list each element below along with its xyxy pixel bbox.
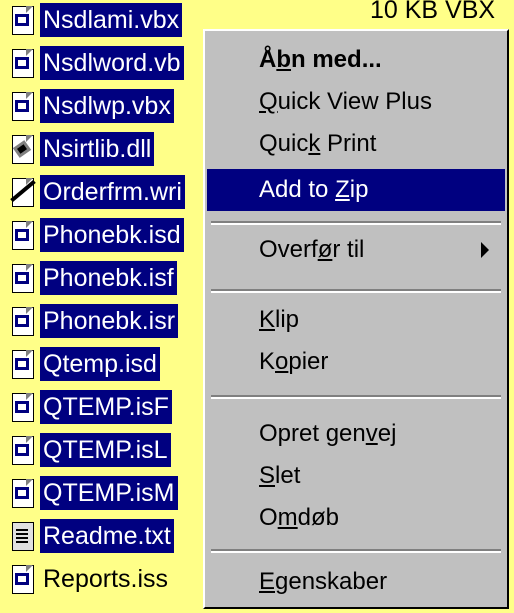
file-row-orderfrm[interactable]: Orderfrm.wri — [8, 172, 185, 212]
file-name: Readme.txt — [40, 519, 174, 553]
file-name: QTEMP.isM — [40, 476, 178, 510]
isl-file-icon — [8, 435, 36, 465]
menu-item-copy[interactable]: Kopier — [207, 341, 505, 383]
file-name: QTEMP.isL — [40, 433, 171, 467]
size-column-text: 10 KB VBX — [370, 0, 496, 24]
menu-item-cut[interactable]: Klip — [207, 299, 505, 341]
file-name: Phonebk.isf — [40, 261, 177, 295]
isr-file-icon — [8, 306, 36, 336]
file-row-nsdlami[interactable]: Nsdlami.vbx — [8, 0, 183, 40]
file-row-qtemp-isl[interactable]: QTEMP.isL — [8, 430, 171, 470]
file-name: Nsirtlib.dll — [40, 132, 155, 166]
text-file-icon — [8, 521, 36, 551]
file-name: Orderfrm.wri — [40, 175, 185, 209]
vbx-file-icon — [8, 91, 36, 121]
file-name: QTEMP.isF — [40, 390, 172, 424]
menu-separator — [211, 395, 501, 399]
menu-item-add-to-zip[interactable]: Add to Zip — [207, 169, 505, 211]
vbx-file-icon — [8, 48, 36, 78]
file-row-nsirtlib[interactable]: Nsirtlib.dll — [8, 129, 155, 169]
isd-file-icon — [8, 220, 36, 250]
menu-separator — [211, 221, 501, 225]
menu-item-delete[interactable]: Slet — [207, 455, 505, 497]
menu-separator — [211, 289, 501, 293]
file-name: Nsdlami.vbx — [40, 3, 183, 37]
file-row-qtemp-ism[interactable]: QTEMP.isM — [8, 473, 178, 513]
file-row-nsdlwp[interactable]: Nsdlwp.vbx — [8, 86, 174, 126]
file-row-phonebk-isd[interactable]: Phonebk.isd — [8, 215, 184, 255]
ism-file-icon — [8, 478, 36, 508]
isf-file-icon — [8, 392, 36, 422]
file-row-nsdlword[interactable]: Nsdlword.vb — [8, 43, 184, 83]
context-menu: Åbn med... Quick View Plus Quick Print A… — [203, 29, 509, 609]
file-row-readme[interactable]: Readme.txt — [8, 516, 174, 556]
file-row-phonebk-isf[interactable]: Phonebk.isf — [8, 258, 177, 298]
vbx-file-icon — [8, 5, 36, 35]
file-name: Nsdlword.vb — [40, 46, 184, 80]
file-name: Reports.iss — [43, 565, 169, 593]
file-name: Phonebk.isd — [40, 218, 184, 252]
dll-file-icon — [8, 134, 36, 164]
menu-item-quick-view-plus[interactable]: Quick View Plus — [207, 81, 505, 123]
menu-item-properties[interactable]: Egenskaber — [207, 561, 505, 603]
menu-item-open-with[interactable]: Åbn med... — [207, 39, 505, 81]
file-row-qtemp-isd[interactable]: Qtemp.isd — [8, 344, 160, 384]
menu-item-quick-print[interactable]: Quick Print — [207, 123, 505, 165]
file-row-reports[interactable]: Reports.iss — [8, 559, 171, 599]
file-name: Qtemp.isd — [40, 347, 160, 381]
menu-item-create-shortcut[interactable]: Opret genvej — [207, 413, 505, 455]
isf-file-icon — [8, 263, 36, 293]
menu-separator — [211, 549, 501, 553]
file-name: Phonebk.isr — [40, 304, 179, 338]
file-name: Nsdlwp.vbx — [40, 89, 174, 123]
menu-item-rename[interactable]: Omdøb — [207, 497, 505, 539]
iss-file-icon — [8, 564, 36, 594]
file-row-qtemp-isf[interactable]: QTEMP.isF — [8, 387, 172, 427]
write-document-icon — [8, 177, 36, 207]
menu-item-send-to[interactable]: Overfør til — [207, 229, 505, 271]
file-row-phonebk-isr[interactable]: Phonebk.isr — [8, 301, 179, 341]
isd-file-icon — [8, 349, 36, 379]
submenu-arrow-icon — [481, 242, 489, 258]
